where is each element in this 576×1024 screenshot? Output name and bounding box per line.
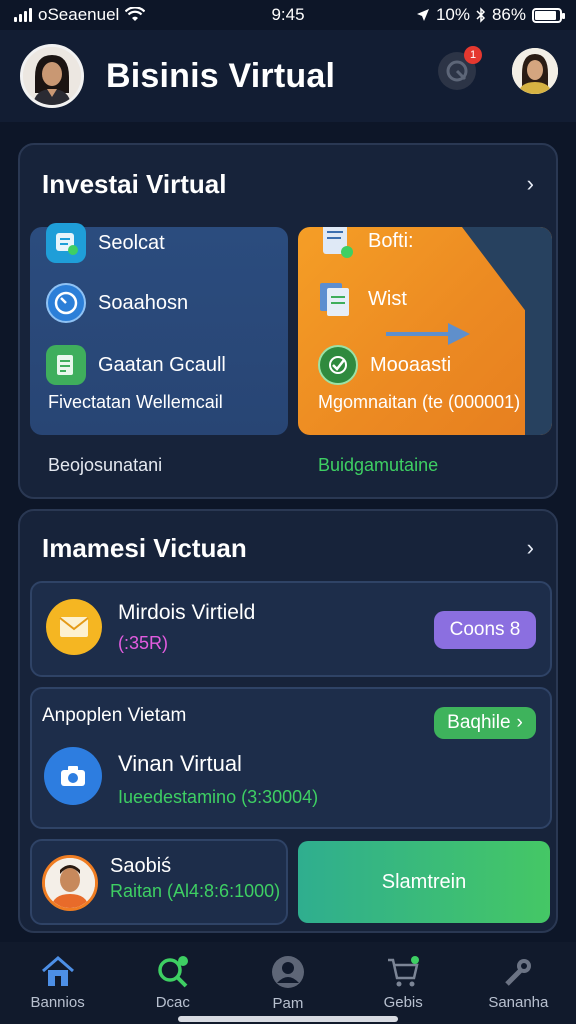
investment-card: Investai Virtual › Seolcat Soaahosn Gaat…: [18, 143, 558, 499]
asset-action-button[interactable]: Coons 8: [434, 611, 536, 649]
asset-name: Mirdois Virtield: [118, 601, 256, 624]
clock-gauge-icon: [46, 283, 86, 323]
status-bar: oSeaenuel 9:45 10% 86%: [0, 0, 576, 30]
orange-tile-item[interactable]: Bofti:: [316, 227, 414, 261]
asset-value: (:35R): [118, 633, 169, 653]
battery-percent: 86%: [491, 5, 526, 24]
chevron-right-icon: ›: [516, 712, 523, 733]
user-avatar: [42, 855, 98, 911]
checkmark-badge-icon: [318, 345, 358, 385]
signal-icon: [14, 8, 32, 22]
notepad-icon: [46, 345, 86, 385]
asset-detail-button[interactable]: Baqhile ›: [434, 707, 536, 739]
woman-portrait-icon: [23, 47, 81, 105]
orange-feature-tile[interactable]: Bofti: Wist Mooaasti Mgomnaitan (te (000…: [298, 227, 552, 435]
asset-name: Saobiś: [110, 855, 172, 877]
blue-tile-footer: Fivectatan Wellemcail: [48, 392, 223, 412]
green-action-button[interactable]: Slamtrein: [298, 841, 550, 923]
nav-label: Gebis: [383, 993, 423, 1011]
chevron-right-icon[interactable]: ›: [527, 171, 534, 197]
blue-feature-tile[interactable]: Seolcat Soaahosn Gaatan Gcaull Fivectata…: [30, 223, 288, 435]
nav-label: Bannios: [30, 993, 85, 1011]
home-indicator[interactable]: [178, 1016, 398, 1022]
orange-tile-item[interactable]: Mooaasti: [318, 345, 451, 385]
blue-tile-item-label: Gaatan Gcaull: [98, 353, 226, 376]
bottom-navigation: Bannios Dcac Pam Gebis Sananha: [0, 942, 576, 1024]
user-portrait-icon: [512, 48, 558, 94]
nav-label: Sananha: [488, 993, 549, 1011]
blue-tile-caption: Beojosunatani: [48, 455, 163, 475]
nav-item-home[interactable]: Bannios: [8, 955, 108, 1011]
blue-tile-item[interactable]: Soaahosn: [46, 283, 188, 323]
wifi-icon: [125, 7, 146, 21]
blue-tile-item-label: Soaahosn: [98, 291, 189, 314]
app-title: Bisinis Virtual: [106, 56, 336, 95]
profile-icon: [271, 955, 304, 988]
blue-tile-item-label: Seolcat: [98, 231, 165, 254]
asset-row[interactable]: Anpoplen Vietam Baqhile › Vinan Virtual …: [30, 687, 552, 829]
orange-tile-item-label: Mooaasti: [370, 353, 452, 376]
asset-row[interactable]: Mirdois Virtield (:35R) Coons 8: [30, 581, 552, 677]
home-icon: [41, 955, 74, 986]
blue-tile-item[interactable]: Gaatan Gcaull: [46, 345, 226, 385]
battery-fill: [535, 10, 556, 20]
stacked-documents-icon: [316, 279, 356, 319]
search-icon: [158, 955, 188, 987]
investment-card-title: Investai Virtual: [42, 169, 227, 199]
nav-item-profile[interactable]: Pam: [238, 955, 338, 1012]
chevron-right-icon[interactable]: ›: [527, 535, 534, 561]
battery-text: 10%: [435, 5, 470, 24]
nav-label: Dcac: [155, 993, 190, 1011]
bluetooth-icon: [476, 7, 486, 23]
asset-group-header: Anpoplen Vietam: [42, 705, 187, 726]
asset-name: Vinan Virtual: [118, 751, 242, 776]
asset-row[interactable]: Saobiś Raitan (Al4:8:6:1000): [30, 839, 288, 925]
notification-button[interactable]: 1: [438, 46, 482, 90]
document-check-icon: [316, 227, 356, 261]
profile-avatar[interactable]: [20, 44, 84, 108]
nav-item-search[interactable]: Dcac: [123, 955, 223, 1011]
location-arrow-icon: [416, 9, 429, 21]
notification-badge: 1: [464, 46, 482, 64]
blue-tile-item[interactable]: Seolcat: [46, 223, 165, 263]
status-right: 10% 86%: [416, 5, 565, 25]
orange-tile-item-label: Wist: [368, 287, 407, 310]
man-portrait-icon: [45, 858, 95, 908]
status-left: oSeaenuel: [14, 5, 146, 25]
orange-tile-item-label: Bofti:: [368, 229, 414, 252]
shopping-cart-icon: [388, 955, 420, 986]
mail-icon: [46, 599, 102, 655]
battery-icon: [532, 7, 565, 23]
orange-tile-item[interactable]: Wist: [316, 279, 407, 319]
carrier-name: oSeaenuel: [38, 5, 120, 24]
app-header: Bisinis Virtual 1: [0, 30, 576, 122]
asset-detail-button-label: Baqhile: [447, 712, 511, 733]
document-list-icon: [46, 223, 86, 263]
nav-item-settings[interactable]: Sananha: [468, 956, 568, 1011]
secondary-avatar[interactable]: [512, 48, 558, 94]
nav-label: Pam: [272, 994, 304, 1012]
tools-icon: [505, 958, 532, 986]
nav-item-cart[interactable]: Gebis: [353, 955, 453, 1011]
chat-bubble-icon: [446, 60, 468, 82]
virtual-assets-card-title: Imamesi Victuan: [42, 533, 247, 563]
orange-tile-footer: Mgomnaitan (te (000001): [318, 392, 521, 412]
asset-value: Raitan (Al4:8:6:1000): [110, 881, 281, 901]
camera-icon: [44, 747, 102, 805]
asset-value: Iueedestamino (3:30004): [118, 787, 319, 807]
orange-tile-caption: Buidgamutaine: [318, 455, 439, 475]
virtual-assets-card: Imamesi Victuan › Mirdois Virtield (:35R…: [18, 509, 558, 933]
